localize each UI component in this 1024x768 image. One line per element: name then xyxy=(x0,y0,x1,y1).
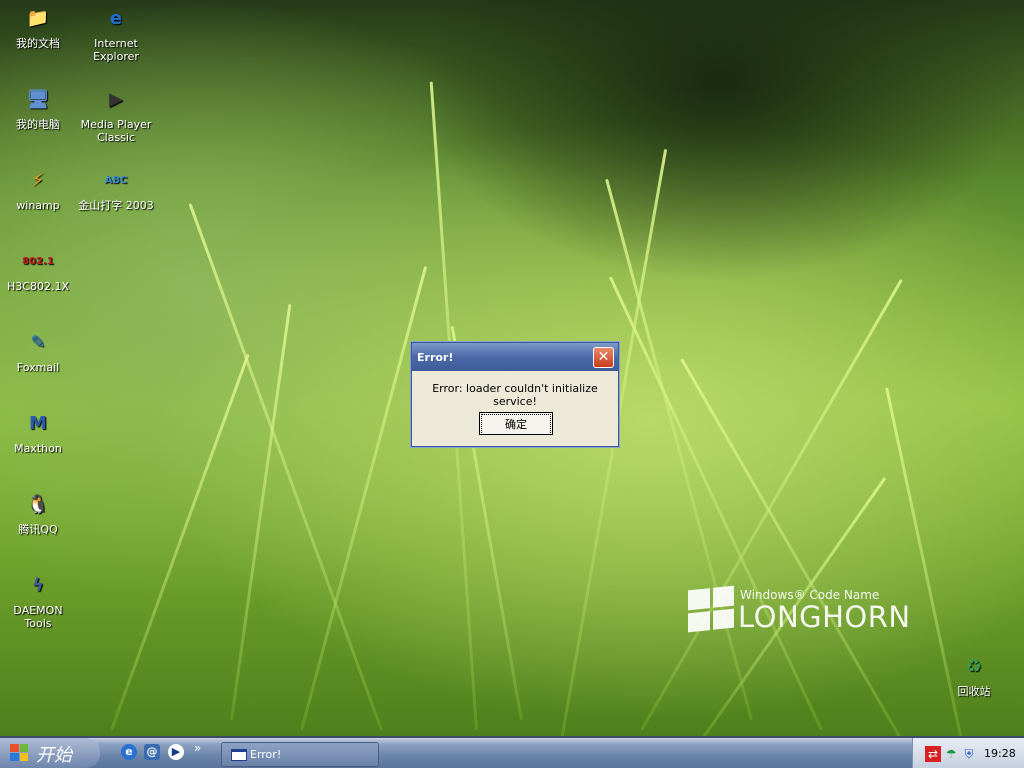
windows-flag-icon xyxy=(688,585,734,633)
desktop-icon-label: 回收站 xyxy=(957,685,991,698)
desktop-icon-label: 我的电脑 xyxy=(16,118,60,131)
logo-title: LONGHORN xyxy=(738,600,911,634)
desktop-icon-label: 腾讯QQ xyxy=(18,523,58,536)
dialog-title: Error! xyxy=(417,351,454,364)
grass-blade xyxy=(230,303,292,721)
window-icon xyxy=(231,749,247,761)
desktop-icon-label: Foxmail xyxy=(16,361,60,374)
daemon-tools-icon: ϟ xyxy=(32,574,44,596)
maxthon-icon: M xyxy=(29,412,47,434)
grass-blade xyxy=(188,203,383,731)
desktop-icon[interactable]: 802.1 H3C802.1X xyxy=(0,243,76,294)
grass-blade xyxy=(608,276,823,731)
ok-label: 确定 xyxy=(481,414,551,435)
desktop-icon-label: Maxthon xyxy=(14,442,62,455)
media-player-icon: ▶ xyxy=(109,88,123,110)
grass-blade xyxy=(110,353,250,731)
desktop-icon[interactable]: e Internet Explorer xyxy=(78,0,154,64)
desktop-icon[interactable]: ϟ DAEMON Tools xyxy=(0,567,76,631)
grass-blade xyxy=(300,265,428,731)
desktop-icon[interactable]: 📁 我的文档 xyxy=(0,0,76,51)
taskbar-button-error[interactable]: Error! xyxy=(221,742,379,767)
recycle-bin-icon: ♻ xyxy=(965,655,983,677)
tray-h3c-icon[interactable]: ⇄ xyxy=(925,746,941,762)
desktop-icon[interactable]: 🖥 我的电脑 xyxy=(0,81,76,132)
winamp-icon: ⚡ xyxy=(31,169,45,191)
error-dialog: Error! ✕ Error: loader couldn't initiali… xyxy=(411,342,619,447)
desktop-icon[interactable]: ✎ Foxmail xyxy=(0,324,76,375)
foxmail-icon: ✎ xyxy=(30,331,46,353)
desktop-icon-label: H3C802.1X xyxy=(7,280,69,293)
task-label: Error! xyxy=(250,748,282,761)
taskbar: 开始 e @ ▶ » Error! ⇄ ☂ ⛨ 19:28 xyxy=(0,736,1024,768)
internet-explorer-icon: e xyxy=(109,7,123,29)
desktop-icon-label: winamp xyxy=(16,199,60,212)
system-tray: ⇄ ☂ ⛨ 19:28 xyxy=(912,738,1024,768)
qq-icon: 🐧 xyxy=(26,493,50,515)
dialog-message: Error: loader couldn't initialize servic… xyxy=(432,382,598,408)
close-button[interactable]: ✕ xyxy=(593,347,614,368)
tray-umbrella-icon[interactable]: ☂ xyxy=(943,746,959,762)
start-label: 开始 xyxy=(36,745,72,766)
desktop-icon-label: Media Player Classic xyxy=(80,118,152,144)
start-button[interactable]: 开始 xyxy=(0,738,100,768)
desktop-icon[interactable]: ABC 金山打字 2003 xyxy=(78,162,154,213)
my-computer-icon: 🖥 xyxy=(26,88,50,110)
quicklaunch-media-player-icon[interactable]: ▶ xyxy=(168,744,184,760)
h3c-icon: 802.1 xyxy=(22,255,54,267)
quicklaunch-ie-icon[interactable]: e xyxy=(121,744,137,760)
quicklaunch-outlook-icon[interactable]: @ xyxy=(144,744,160,760)
grass-blade xyxy=(680,358,903,741)
windows-logo-icon xyxy=(10,744,28,761)
desktop-icon[interactable]: ♻ 回收站 xyxy=(936,648,1012,699)
quicklaunch-more-button[interactable]: » xyxy=(194,741,201,755)
tray-shield-icon[interactable]: ⛨ xyxy=(961,746,977,762)
clock[interactable]: 19:28 xyxy=(984,747,1016,760)
typing-icon: ABC xyxy=(104,174,128,186)
desktop-icon[interactable]: ⚡ winamp xyxy=(0,162,76,213)
grass-blade xyxy=(605,178,753,721)
ok-button[interactable]: 确定 xyxy=(479,412,553,435)
folder-icon: 📁 xyxy=(26,7,50,29)
dialog-titlebar[interactable]: Error! ✕ xyxy=(412,343,618,371)
desktop-icon[interactable]: 🐧 腾讯QQ xyxy=(0,486,76,537)
desktop-icon-label: Internet Explorer xyxy=(93,37,139,63)
desktop-icon-label: 我的文档 xyxy=(16,37,60,50)
desktop-icon[interactable]: ▶ Media Player Classic xyxy=(78,81,154,145)
desktop: 📁 我的文档 e Internet Explorer 🖥 我的电脑 ▶ Media Playe… xyxy=(0,0,1024,741)
desktop-icon[interactable]: M Maxthon xyxy=(0,405,76,456)
desktop-icon-label: DAEMON Tools xyxy=(13,604,63,630)
desktop-icon-label: 金山打字 2003 xyxy=(78,199,154,212)
